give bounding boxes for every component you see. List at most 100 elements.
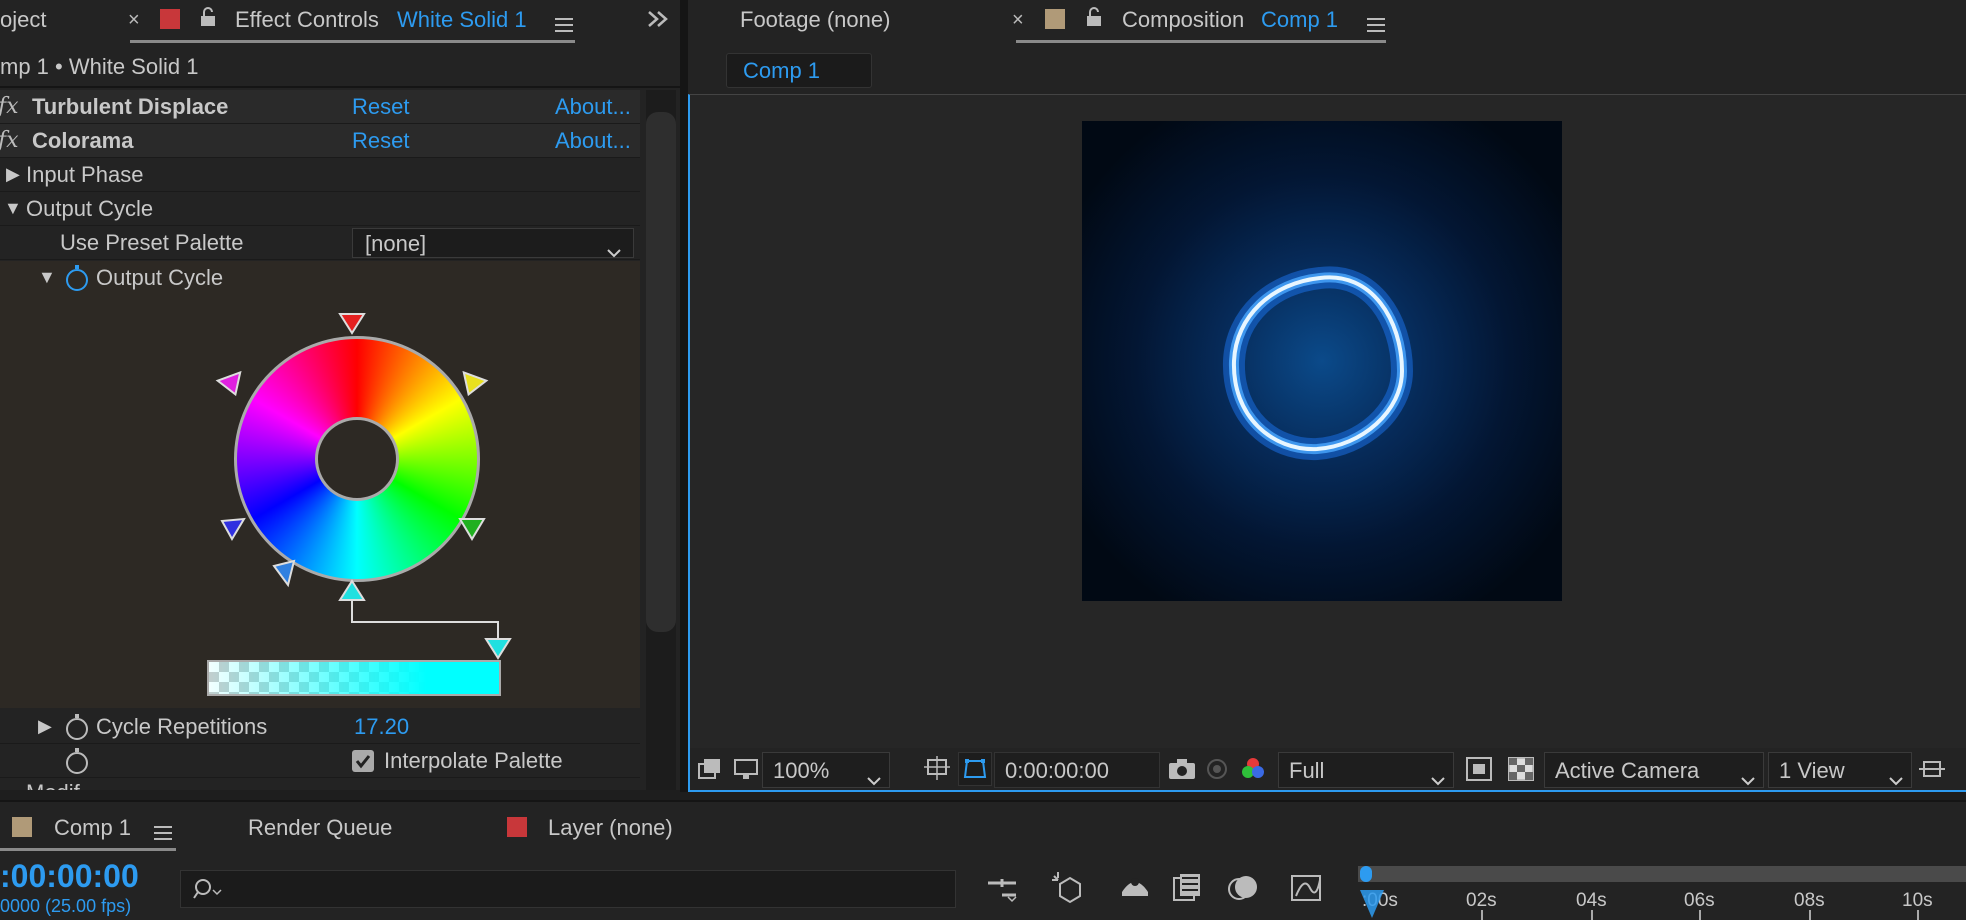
color-wheel-markers[interactable] <box>0 261 640 708</box>
effect-controls-panel: oject × Effect Controls White Solid 1 mp… <box>0 0 680 790</box>
zoom-value: 100% <box>773 758 830 783</box>
resolution-dropdown[interactable]: Full <box>1278 752 1454 788</box>
composition-viewer[interactable] <box>688 94 1966 749</box>
composition-tab-title[interactable]: Composition <box>1122 7 1244 33</box>
menu-icon[interactable] <box>1367 13 1385 39</box>
preset-palette-dropdown[interactable]: [none] <box>352 228 634 258</box>
timeline-current-time[interactable]: :00:00:00 <box>0 858 139 895</box>
timeline-tab-render-queue[interactable]: Render Queue <box>248 815 392 841</box>
blue-marker-icon <box>220 517 246 541</box>
timeline-tabbar: Comp 1 Render Queue Layer (none) <box>0 800 1966 852</box>
effect-name: Colorama <box>32 128 134 153</box>
checkbox-icon[interactable] <box>352 750 374 772</box>
composition-canvas[interactable] <box>1082 121 1562 601</box>
camera-dropdown[interactable]: Active Camera <box>1544 752 1764 788</box>
composition-tab-name[interactable]: Comp 1 <box>1261 7 1338 33</box>
stopwatch-icon[interactable] <box>66 748 88 774</box>
hide-shy-layers-icon[interactable] <box>1118 872 1152 908</box>
transparency-grid-icon[interactable] <box>1508 757 1534 787</box>
composition-flowchart-icon[interactable] <box>986 875 1020 909</box>
views-dropdown[interactable]: 1 View <box>1768 752 1912 788</box>
search-icon <box>193 877 223 907</box>
property-cycle-repetitions[interactable]: ▶ Cycle Repetitions 17.20 <box>0 710 640 744</box>
alpha-gradient-bar[interactable] <box>207 660 501 696</box>
menu-icon[interactable] <box>555 13 573 39</box>
property-group-input-phase[interactable]: ▶ Input Phase <box>0 158 640 192</box>
output-cycle-editor: ▼ Output Cycle <box>0 261 640 708</box>
expand-triangle-icon[interactable]: ▶ <box>6 164 20 185</box>
show-snapshot-icon[interactable] <box>1204 758 1230 786</box>
current-time-field[interactable]: 0:00:00:00 <box>994 752 1160 788</box>
work-area-bar[interactable] <box>1358 866 1966 882</box>
effect-name: Turbulent Displace <box>32 94 229 119</box>
graph-editor-icon[interactable] <box>1290 872 1324 908</box>
work-area-start-handle[interactable] <box>1360 866 1372 882</box>
effect-row-colorama[interactable]: fx Colorama Reset About... <box>0 124 640 158</box>
zoom-dropdown[interactable]: 100% <box>762 752 890 788</box>
red-marker-icon <box>338 313 366 335</box>
close-icon[interactable]: × <box>1012 9 1024 32</box>
project-tab-label[interactable]: oject <box>0 7 46 33</box>
toggle-pixel-aspect-icon[interactable] <box>1918 757 1946 787</box>
always-preview-icon[interactable] <box>698 758 722 786</box>
viewer-toolbar: 100% 0:00:00:00 Full Active Camera 1 Vie… <box>688 748 1966 792</box>
lock-icon[interactable] <box>200 7 216 26</box>
about-button[interactable]: About... <box>555 94 631 120</box>
chevron-down-icon <box>1741 766 1755 792</box>
menu-icon[interactable] <box>154 821 172 847</box>
collapse-triangle-icon[interactable]: ▼ <box>4 198 22 219</box>
about-button[interactable]: About... <box>555 128 631 154</box>
active-tab-underline <box>0 848 176 851</box>
effect-row-turbulent-displace[interactable]: fx Turbulent Displace Reset About... <box>0 90 640 124</box>
property-label: Input Phase <box>26 162 144 187</box>
resolution-value: Full <box>1289 758 1325 783</box>
timeline-frame-info: 0000 (25.00 fps) <box>0 896 132 916</box>
fx-icon[interactable]: fx <box>0 94 19 119</box>
mask-visibility-icon[interactable] <box>958 752 992 786</box>
yellow-marker-icon <box>462 370 489 397</box>
footage-tab[interactable]: Footage (none) <box>740 7 890 33</box>
reset-button[interactable]: Reset <box>352 128 409 154</box>
comp-color-swatch <box>1045 9 1065 29</box>
region-of-interest-icon[interactable] <box>924 756 950 788</box>
frame-blending-icon[interactable] <box>1172 872 1204 908</box>
monitor-icon[interactable] <box>734 758 758 786</box>
expand-triangle-icon[interactable]: ▶ <box>38 716 52 737</box>
azure-marker-icon <box>272 559 296 588</box>
time-ruler[interactable]: :00s 02s 04s 06s 08s 10s <box>1358 862 1966 920</box>
draft-3d-icon[interactable] <box>1050 870 1086 910</box>
lock-icon[interactable] <box>1086 7 1102 33</box>
active-tab-underline <box>1016 40 1386 43</box>
camera-icon[interactable] <box>1168 758 1196 786</box>
magenta-marker-icon <box>215 370 242 397</box>
effect-controls-tab-title[interactable]: Effect Controls <box>235 7 379 33</box>
panel-divider[interactable] <box>680 0 688 792</box>
timeline-panel: Comp 1 Render Queue Layer (none) :00:00:… <box>0 800 1966 920</box>
camera-value: Active Camera <box>1555 758 1700 783</box>
close-icon[interactable]: × <box>128 9 140 32</box>
fx-icon[interactable]: fx <box>0 128 19 153</box>
cyan-marker-icon <box>338 579 366 601</box>
timeline-search-input[interactable] <box>180 870 956 908</box>
effect-controls-tabbar: oject × Effect Controls White Solid 1 <box>0 0 680 40</box>
color-channels-icon[interactable] <box>1240 756 1266 788</box>
motion-blur-icon[interactable] <box>1226 872 1260 908</box>
stopwatch-icon[interactable] <box>66 714 88 740</box>
composition-panel: Footage (none) × Composition Comp 1 Comp… <box>688 0 1966 790</box>
layer-color-swatch <box>160 9 180 29</box>
scrollbar-thumb[interactable] <box>646 112 676 632</box>
expand-panels-icon[interactable] <box>647 8 669 34</box>
effect-controls-tab-layer[interactable]: White Solid 1 <box>397 7 527 33</box>
reset-button[interactable]: Reset <box>352 94 409 120</box>
property-group-output-cycle[interactable]: ▼ Output Cycle <box>0 192 640 226</box>
playhead-icon[interactable] <box>1358 884 1966 920</box>
timeline-tab-comp[interactable]: Comp 1 <box>54 815 131 841</box>
cycle-repetitions-value[interactable]: 17.20 <box>354 714 409 740</box>
property-use-preset-palette: Use Preset Palette [none] <box>0 226 640 260</box>
cut-off-row: Modif... <box>0 778 640 790</box>
scrollbar-track[interactable] <box>646 90 676 790</box>
comp-breadcrumb-chip[interactable]: Comp 1 <box>726 53 872 88</box>
timeline-tab-layer[interactable]: Layer (none) <box>548 815 673 841</box>
fast-previews-icon[interactable] <box>1466 757 1492 787</box>
property-interpolate-palette: Interpolate Palette <box>0 744 640 778</box>
